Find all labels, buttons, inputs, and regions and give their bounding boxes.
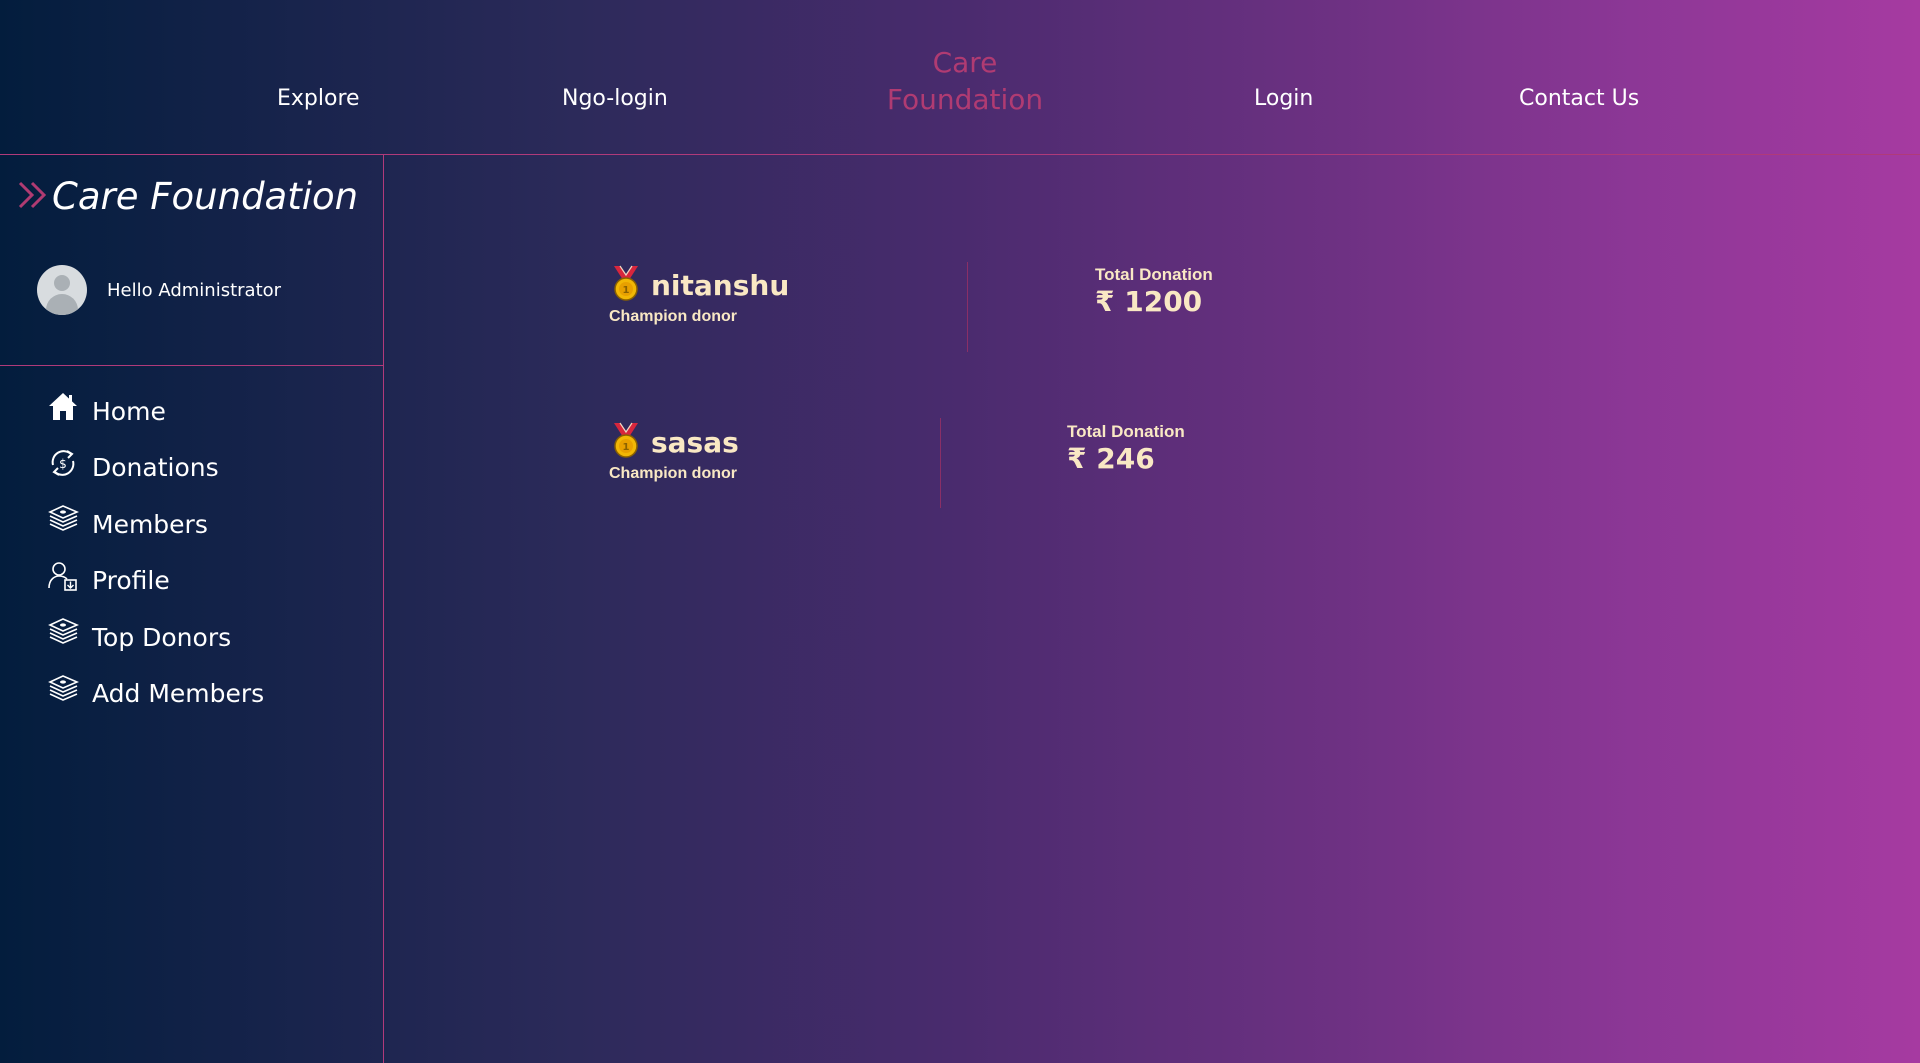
medal-icon: 1 — [609, 264, 643, 306]
top-navbar: Explore Ngo-login Care Foundation Login … — [0, 0, 1920, 155]
user-panel: Hello Administrator — [37, 265, 281, 315]
sidebar-brand[interactable]: Care Foundation — [18, 175, 358, 218]
svg-text:1: 1 — [623, 442, 630, 453]
profile-icon — [45, 558, 80, 593]
sidebar-item-label: Add Members — [92, 679, 265, 709]
total-donation-amount: ₹ 246 — [1067, 442, 1155, 475]
sidebar-divider — [0, 365, 383, 366]
sidebar-item-home[interactable]: Home — [45, 383, 264, 440]
avatar — [37, 265, 87, 315]
double-chevron-icon — [18, 180, 50, 214]
money-stack-icon — [45, 671, 80, 706]
sidebar-item-label: Donations — [92, 453, 219, 483]
money-stack-icon — [45, 502, 80, 537]
money-stack-icon — [45, 615, 80, 650]
nav-brand[interactable]: Care Foundation — [865, 44, 1065, 118]
donor-total: Total Donation ₹ 1200 — [1095, 265, 1213, 318]
home-icon — [45, 389, 80, 424]
nav-explore-link[interactable]: Explore — [277, 86, 360, 111]
user-greeting: Hello Administrator — [107, 279, 282, 301]
donation-cycle-icon: $ — [45, 445, 80, 480]
sidebar: Care Foundation Hello Administrator Home — [0, 155, 384, 1063]
sidebar-brand-text: Care Foundation — [52, 175, 359, 218]
sidebar-item-label: Profile — [92, 566, 170, 596]
donor-name: nitanshu — [651, 268, 790, 302]
sidebar-item-label: Home — [92, 396, 166, 426]
donor-divider — [940, 418, 941, 508]
nav-brand-line1: Care — [932, 46, 998, 79]
donor-name: sasas — [651, 425, 739, 459]
nav-brand-line2: Foundation — [886, 83, 1044, 116]
total-donation-label: Total Donation — [1067, 422, 1185, 441]
sidebar-item-members[interactable]: Members — [45, 496, 264, 553]
sidebar-item-profile[interactable]: Profile — [45, 553, 264, 610]
medal-icon: 1 — [609, 421, 643, 463]
sidebar-item-label: Top Donors — [92, 622, 232, 652]
sidebar-item-top-donors[interactable]: Top Donors — [45, 609, 264, 666]
donor-name-row: 1 nitanshu — [609, 264, 789, 306]
sidebar-item-label: Members — [92, 509, 208, 539]
donor-card: 1 nitanshu Champion donor — [609, 264, 789, 326]
nav-contact-link[interactable]: Contact Us — [1519, 86, 1639, 111]
svg-text:$: $ — [59, 457, 67, 471]
nav-ngo-login-link[interactable]: Ngo-login — [562, 86, 668, 111]
nav-login-link[interactable]: Login — [1254, 86, 1313, 111]
donor-tag: Champion donor — [609, 308, 737, 325]
sidebar-menu: Home $ Donations Members Profile Top Don… — [45, 383, 264, 722]
sidebar-item-donations[interactable]: $ Donations — [45, 440, 264, 497]
total-donation-amount: ₹ 1200 — [1095, 285, 1203, 318]
donor-name-row: 1 sasas — [609, 421, 739, 463]
total-donation-label: Total Donation — [1095, 265, 1213, 284]
sidebar-item-add-members[interactable]: Add Members — [45, 666, 264, 723]
donor-total: Total Donation ₹ 246 — [1067, 422, 1185, 475]
donor-divider — [967, 262, 968, 352]
svg-text:1: 1 — [623, 285, 630, 296]
donor-tag: Champion donor — [609, 465, 737, 482]
donor-card: 1 sasas Champion donor — [609, 421, 739, 483]
